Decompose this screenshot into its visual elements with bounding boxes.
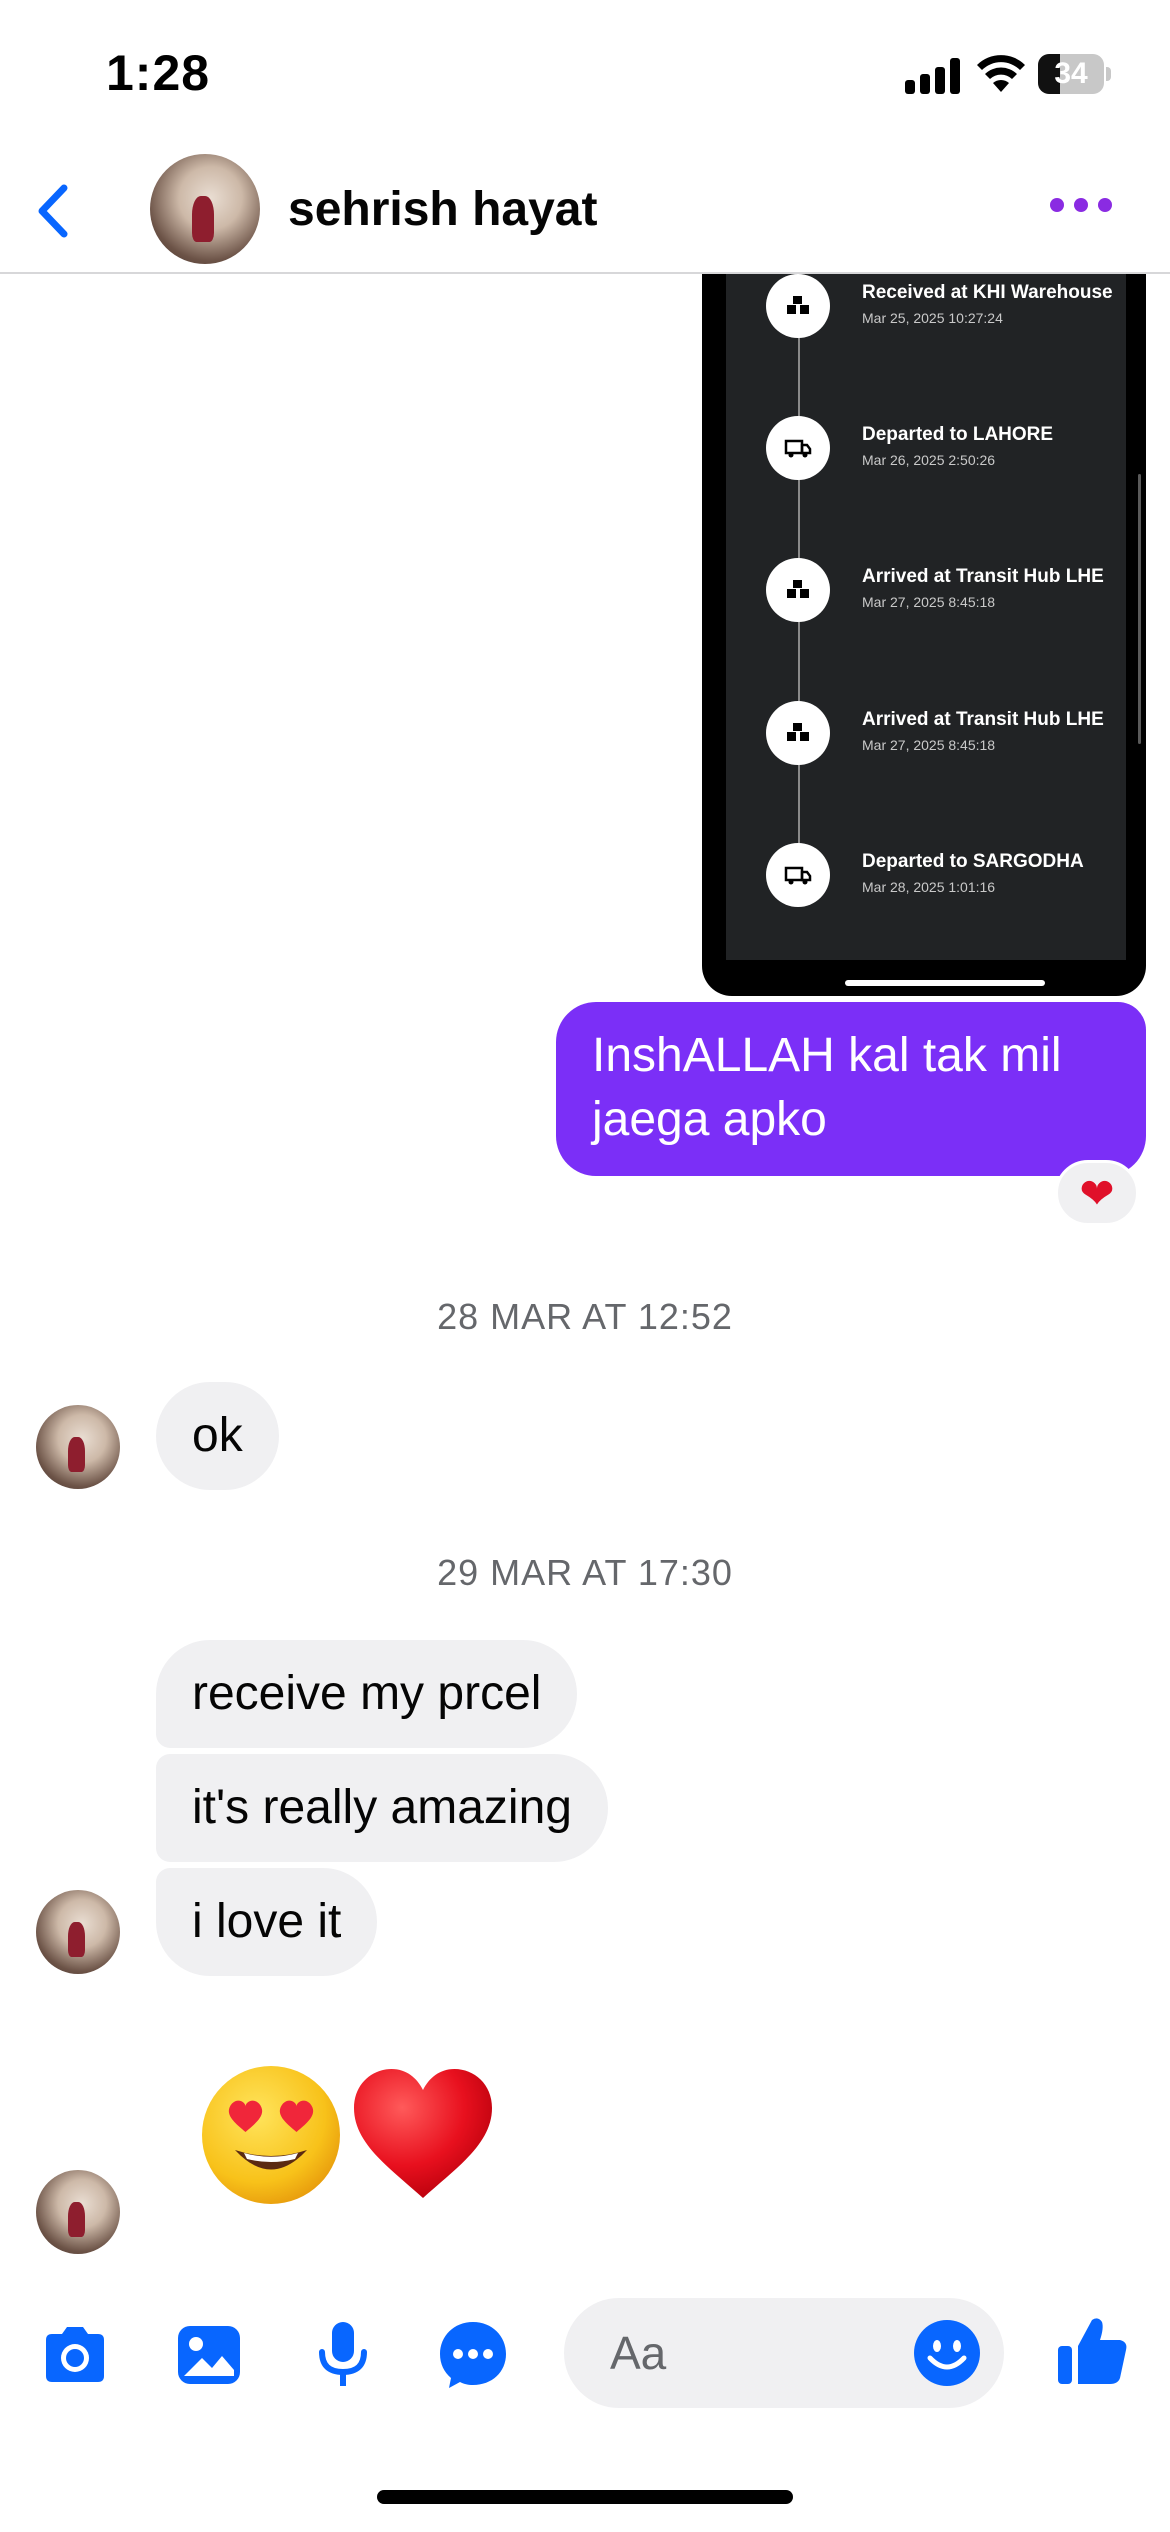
microphone-icon[interactable] <box>306 2318 380 2392</box>
timeline-event: Arrived at Transit Hub LHE Mar 27, 2025 … <box>766 558 1126 638</box>
warehouse-icon <box>766 558 830 622</box>
heart-eyes-emoji <box>202 2066 340 2204</box>
timeline-event: Departed to SARGODHA Mar 28, 2025 1:01:1… <box>766 843 1126 923</box>
battery-percentage: 34 <box>1054 57 1088 90</box>
contact-name[interactable]: sehrish hayat <box>288 182 597 237</box>
conversation-header: sehrish hayat <box>0 150 1170 274</box>
screenshot-home-indicator <box>845 980 1045 986</box>
home-indicator <box>377 2490 793 2504</box>
status-bar: 1:28 34 <box>0 0 1170 150</box>
outgoing-message[interactable]: InshALLAH kal tak mil jaega apko <box>556 1002 1146 1176</box>
screenshot-scrollbar <box>1138 474 1141 744</box>
heart-reaction[interactable]: ❤ <box>1055 1160 1139 1226</box>
incoming-message[interactable]: it's really amazing <box>156 1754 608 1862</box>
timeline-event: Departed to LAHORE Mar 26, 2025 2:50:26 <box>766 416 1126 496</box>
incoming-message[interactable]: receive my prcel <box>156 1640 578 1748</box>
timeline-event: Received at KHI Warehouse Mar 25, 2025 1… <box>766 274 1126 354</box>
battery-icon: 34 <box>1038 54 1111 94</box>
red-heart-emoji <box>354 2069 492 2198</box>
cellular-signal-icon <box>905 58 961 94</box>
warehouse-icon <box>766 701 830 765</box>
truck-icon <box>766 843 830 907</box>
back-button[interactable] <box>20 176 90 246</box>
contact-avatar[interactable] <box>150 154 260 264</box>
wifi-icon <box>977 55 1025 92</box>
incoming-message[interactable]: i love it <box>156 1868 378 1976</box>
sender-avatar[interactable] <box>36 2170 120 2254</box>
sender-avatar[interactable] <box>36 1405 120 1489</box>
emoji-picker-icon[interactable] <box>912 2318 982 2388</box>
camera-icon[interactable] <box>38 2318 112 2392</box>
message-timestamp: 28 MAR AT 12:52 <box>437 1296 733 1337</box>
message-input[interactable]: Aa <box>564 2298 1004 2408</box>
incoming-emoji-message[interactable] <box>196 2060 516 2204</box>
message-input-placeholder: Aa <box>610 2327 667 2379</box>
gallery-icon[interactable] <box>172 2318 246 2392</box>
more-actions-icon[interactable] <box>436 2318 510 2392</box>
truck-icon <box>766 416 830 480</box>
shared-tracking-screenshot[interactable]: Received at KHI Warehouse Mar 25, 2025 1… <box>702 274 1146 996</box>
message-composer: Aa <box>0 2290 1170 2420</box>
status-time: 1:28 <box>106 45 211 101</box>
tracking-timeline: Received at KHI Warehouse Mar 25, 2025 1… <box>726 274 1126 960</box>
sender-avatar[interactable] <box>36 1890 120 1974</box>
thumbs-up-icon[interactable] <box>1054 2312 1132 2390</box>
warehouse-icon <box>766 274 830 338</box>
message-timestamp: 29 MAR AT 17:30 <box>437 1552 733 1593</box>
timeline-event: Arrived at Transit Hub LHE Mar 27, 2025 … <box>766 701 1126 781</box>
incoming-message[interactable]: ok <box>156 1382 279 1490</box>
more-options-icon[interactable] <box>1050 190 1114 220</box>
